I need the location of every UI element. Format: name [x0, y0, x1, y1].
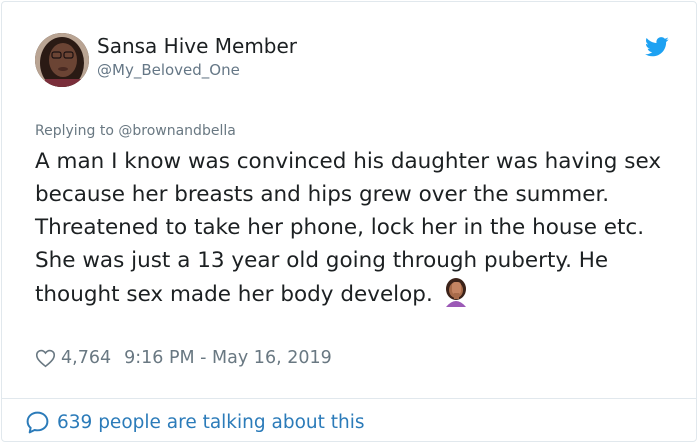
author-name[interactable]: Sansa Hive Member	[97, 34, 297, 58]
tweet-text: A man I know was convinced his daughter …	[35, 149, 662, 307]
twitter-bird-icon[interactable]	[645, 36, 669, 58]
tweet-card: Sansa Hive Member @My_Beloved_One Replyi…	[1, 1, 697, 442]
like-count[interactable]: 4,764	[61, 348, 111, 368]
replying-to[interactable]: Replying to @brownandbella	[35, 123, 236, 139]
speech-bubble-icon	[26, 411, 49, 433]
talking-text[interactable]: 639 people are talking about this	[57, 412, 365, 433]
tweet-meta: 4,764 9:16 PM - May 16, 2019	[35, 346, 332, 370]
heart-icon[interactable]	[35, 348, 61, 368]
author-handle[interactable]: @My_Beloved_One	[97, 61, 240, 79]
face-palm-emoji	[443, 277, 469, 307]
tweet-body: A man I know was convinced his daughter …	[35, 145, 685, 311]
avatar-image	[35, 33, 89, 87]
talking-link[interactable]: 639 people are talking about this	[25, 408, 365, 436]
divider	[2, 398, 696, 399]
timestamp[interactable]: 9:16 PM - May 16, 2019	[124, 348, 332, 368]
avatar[interactable]	[35, 33, 89, 87]
